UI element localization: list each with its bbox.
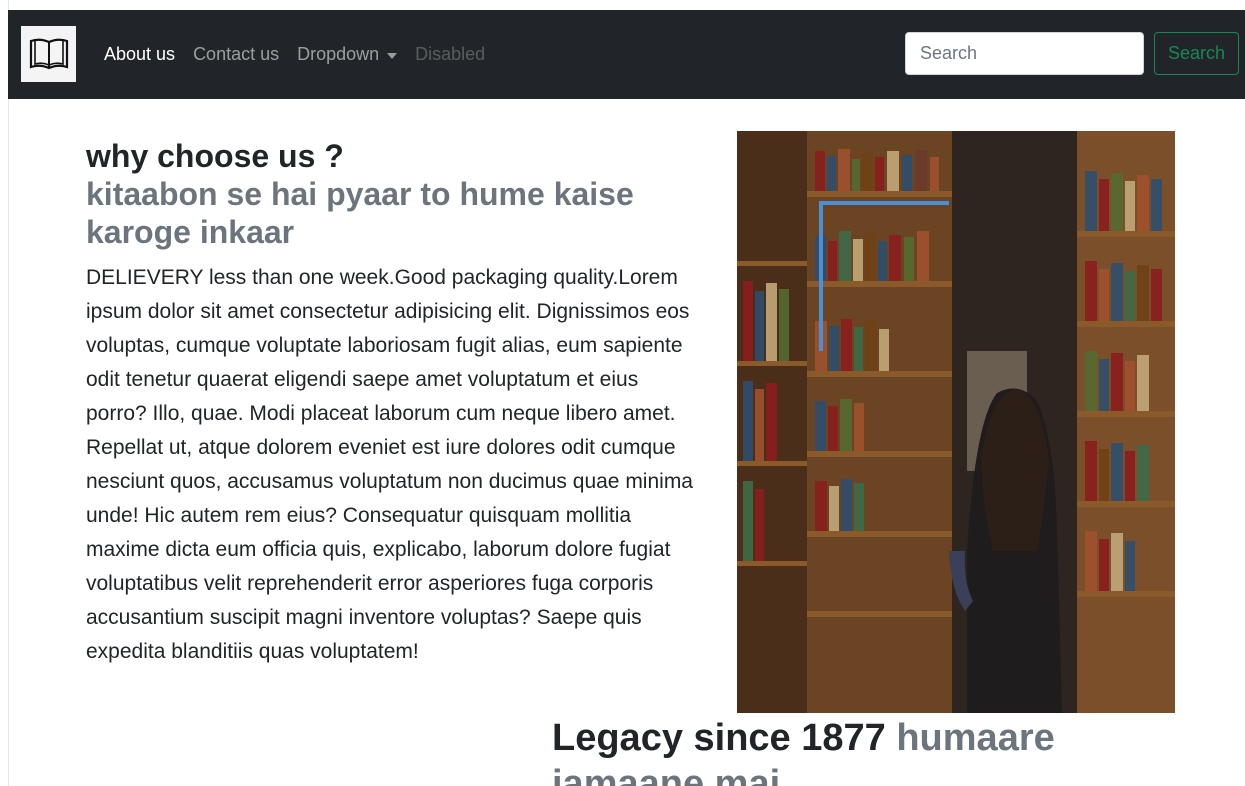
bookshelf-illustration: [737, 131, 1175, 713]
why-choose-us-section: why choose us ? kitaabon se hai pyaar to…: [86, 137, 706, 669]
navbar: About us Contact us Dropdown Disabled Se…: [8, 10, 1245, 99]
nav-link-disabled: Disabled: [415, 44, 486, 64]
open-book-icon: [29, 38, 68, 70]
page: About us Contact us Dropdown Disabled Se…: [0, 0, 1245, 786]
nav-links: About us Contact us Dropdown Disabled: [104, 10, 485, 99]
section-heading: why choose us ? kitaabon se hai pyaar to…: [86, 137, 706, 251]
nav-dropdown[interactable]: Dropdown: [297, 44, 398, 65]
caret-down-icon: [387, 52, 398, 59]
legacy-title: Legacy since 1877: [552, 717, 886, 759]
section-description: DELIEVERY less than one week.Good packag…: [86, 266, 693, 663]
nav-dropdown-label[interactable]: Dropdown: [297, 44, 379, 65]
nav-link-contact-us[interactable]: Contact us: [193, 44, 279, 65]
section-title: why choose us ?: [86, 138, 344, 174]
nav-link-about-us[interactable]: About us: [104, 44, 175, 65]
bookshelf-photo: [737, 131, 1175, 713]
window-edge: [0, 0, 9, 786]
section-subtitle: kitaabon se hai pyaar to hume kaise karo…: [86, 176, 634, 250]
legacy-heading: Legacy since 1877 humaare jamaane mai: [552, 715, 1192, 786]
search-button[interactable]: Search: [1154, 32, 1239, 75]
search-input[interactable]: [905, 32, 1144, 75]
brand-logo[interactable]: [21, 26, 76, 82]
